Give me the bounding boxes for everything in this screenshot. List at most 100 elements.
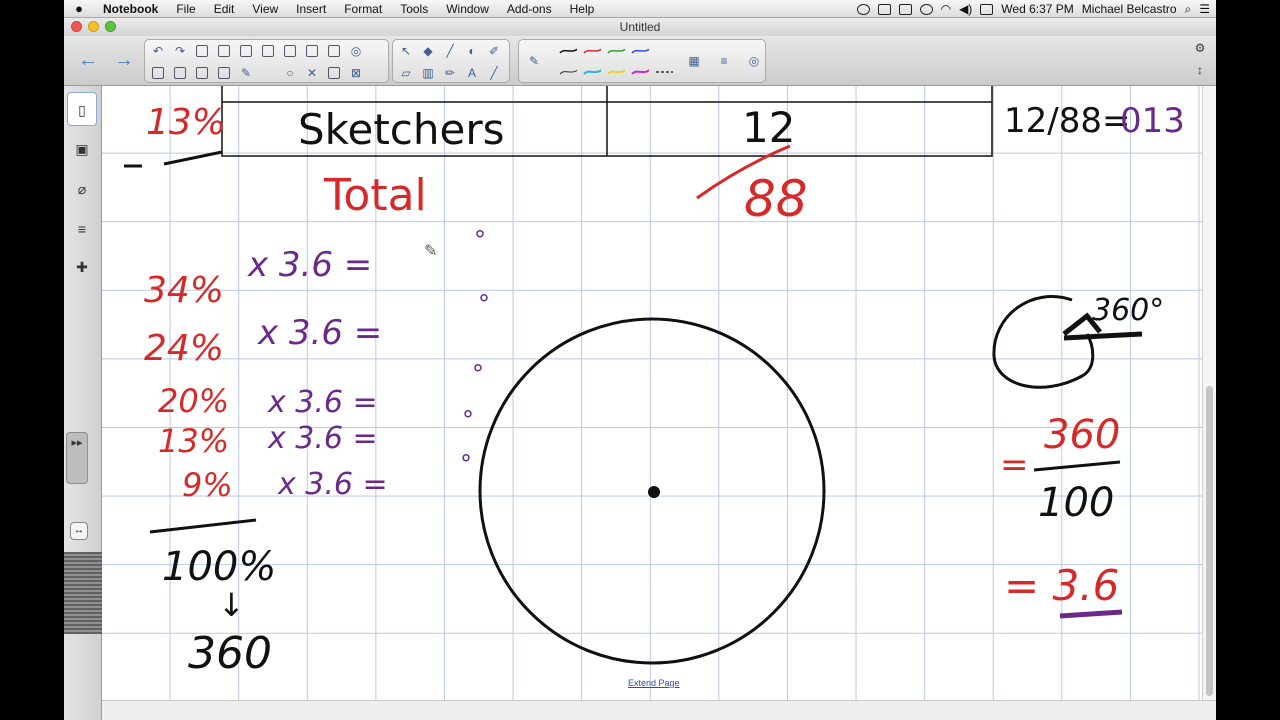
- save-icon[interactable]: [193, 64, 211, 82]
- gear-icon[interactable]: ⚙: [1190, 38, 1210, 58]
- add-page-icon[interactable]: [149, 64, 167, 82]
- line-style-icon[interactable]: ≡: [715, 52, 733, 70]
- minimize-window-button[interactable]: [88, 21, 99, 32]
- attachments-icon[interactable]: ⌀: [67, 172, 97, 206]
- pen-style-red[interactable]: [583, 45, 601, 55]
- menu-notebook[interactable]: Notebook: [94, 2, 167, 16]
- screen-icon[interactable]: [877, 3, 891, 15]
- shapes-icon[interactable]: ◎: [745, 52, 763, 70]
- menu-insert[interactable]: Insert: [287, 2, 335, 16]
- undo-icon[interactable]: ↶: [149, 42, 167, 60]
- pen-style-black-thin[interactable]: [559, 66, 577, 76]
- edit-tool-group: ↶ ↷ ◎ ✎ ○ ✕ ⊠: [144, 39, 389, 83]
- paste-icon[interactable]: [215, 42, 233, 60]
- table-icon[interactable]: [325, 64, 343, 82]
- row-percent: 24%: [144, 328, 224, 369]
- menu-addons[interactable]: Add-ons: [498, 2, 561, 16]
- previous-page-button[interactable]: ←: [74, 46, 102, 74]
- menu-window[interactable]: Window: [437, 2, 498, 16]
- menu-edit[interactable]: Edit: [205, 2, 244, 16]
- page-sorter-icon[interactable]: ▯: [67, 92, 97, 126]
- volume-icon[interactable]: ◀): [959, 2, 972, 16]
- zoom-icon[interactable]: ○: [281, 64, 299, 82]
- percent-rows: 34% x 3.6 = 24% x 3.6 = 20% x 3.6 = 13% …: [144, 245, 388, 504]
- wifi-icon[interactable]: ◠: [941, 2, 951, 16]
- delete-page-icon[interactable]: [171, 64, 189, 82]
- row-mult: x 3.6 =: [277, 467, 388, 502]
- magic-pen-icon[interactable]: ✐: [485, 42, 503, 60]
- sum-degrees: 360: [188, 628, 272, 679]
- addons-puzzle-icon[interactable]: ✚: [67, 250, 97, 284]
- vertical-scrollbar[interactable]: [1202, 86, 1216, 700]
- highlighter-icon[interactable]: ✏: [441, 64, 459, 82]
- screen-shade-icon[interactable]: [237, 42, 255, 60]
- apple-menu-icon[interactable]: ●: [64, 1, 94, 16]
- web-icon[interactable]: ◎: [347, 42, 365, 60]
- fullscreen-icon[interactable]: [259, 42, 277, 60]
- pen-style-blue[interactable]: [631, 45, 649, 55]
- close-window-button[interactable]: [71, 21, 82, 32]
- drawing-tool-group: ↖ ◆ ╱ ◐ ✐ ▱ ▥ ✏ A ╱: [392, 39, 510, 83]
- time-machine-icon[interactable]: [919, 3, 933, 15]
- table-cell-brand: Sketchers: [298, 105, 505, 154]
- clock[interactable]: Wed 6:37 PM: [1001, 2, 1073, 16]
- menu-help[interactable]: Help: [561, 2, 604, 16]
- menu-format[interactable]: Format: [335, 2, 391, 16]
- pen-style-dashed[interactable]: [655, 66, 673, 76]
- text-icon[interactable]: A: [463, 64, 481, 82]
- pen-icon[interactable]: ╱: [441, 42, 459, 60]
- swap-side-icon[interactable]: ↔: [70, 522, 88, 540]
- shape-icon[interactable]: ◐: [463, 42, 481, 60]
- window-title: Untitled: [619, 20, 661, 34]
- total-value: 88: [744, 170, 808, 228]
- menu-tools[interactable]: Tools: [391, 2, 437, 16]
- circle-degrees: 360°: [1092, 293, 1164, 328]
- smart-notebook-window: ● Notebook File Edit View Insert Format …: [64, 0, 1216, 720]
- select-arrow-icon[interactable]: ↖: [397, 42, 415, 60]
- dropbox-icon[interactable]: [856, 3, 870, 15]
- color-palette-icon[interactable]: ▦: [685, 52, 703, 70]
- properties-panel-toggle: ⚙ ↕: [1184, 36, 1216, 86]
- pen-style-magenta[interactable]: [631, 66, 649, 76]
- degree-mark: °: [460, 450, 472, 478]
- toolbar-move-icon[interactable]: ↕: [1190, 60, 1210, 80]
- pen-style-yellow[interactable]: [607, 66, 625, 76]
- extend-page-link[interactable]: Extend Page: [628, 678, 680, 688]
- row-percent: 9%: [182, 466, 233, 504]
- next-page-button[interactable]: →: [110, 46, 138, 74]
- pen-style-green[interactable]: [607, 45, 625, 55]
- close-icon[interactable]: ⊠: [347, 64, 365, 82]
- zoom-window-button[interactable]: [105, 21, 116, 32]
- document-camera-icon[interactable]: [303, 42, 321, 60]
- pen-properties-icon[interactable]: ✎: [525, 52, 543, 70]
- gallery-icon[interactable]: ▣: [67, 132, 97, 166]
- battery-icon[interactable]: [980, 3, 994, 15]
- menu-view[interactable]: View: [243, 2, 287, 16]
- clear-page-icon[interactable]: ✎: [237, 64, 255, 82]
- small-circle: [992, 295, 1095, 389]
- line-icon[interactable]: ╱: [485, 64, 503, 82]
- spotlight-icon[interactable]: ⌕: [1185, 2, 1192, 17]
- view-screen-icon[interactable]: [281, 42, 299, 60]
- degree-mark: °: [462, 406, 474, 434]
- row-mult: x 3.6 =: [267, 385, 378, 420]
- fill-icon[interactable]: ◆: [419, 42, 437, 60]
- delete-icon[interactable]: ✕: [303, 64, 321, 82]
- airplay-icon[interactable]: [898, 3, 912, 15]
- user-name[interactable]: Michael Belcastro: [1082, 2, 1177, 16]
- sidebar-collapse-handle[interactable]: ▸▸: [66, 432, 88, 484]
- properties-icon[interactable]: ≡: [67, 212, 97, 246]
- open-folder-icon[interactable]: [193, 42, 211, 60]
- creative-pen-icon[interactable]: ▥: [419, 64, 437, 82]
- capture-icon[interactable]: [325, 42, 343, 60]
- notification-center-icon[interactable]: ☰: [1199, 2, 1210, 16]
- notebook-canvas[interactable]: Sketchers 12 13% Total 88 12/88= 013 34%…: [102, 86, 1202, 700]
- menu-file[interactable]: File: [167, 2, 204, 16]
- menubar: ● Notebook File Edit View Insert Format …: [64, 0, 1216, 18]
- print-icon[interactable]: [215, 64, 233, 82]
- scroll-thumb[interactable]: [1206, 386, 1213, 696]
- eraser-icon[interactable]: ▱: [397, 64, 415, 82]
- redo-icon[interactable]: ↷: [171, 42, 189, 60]
- pen-style-black[interactable]: [559, 45, 577, 55]
- pen-style-cyan[interactable]: [583, 66, 601, 76]
